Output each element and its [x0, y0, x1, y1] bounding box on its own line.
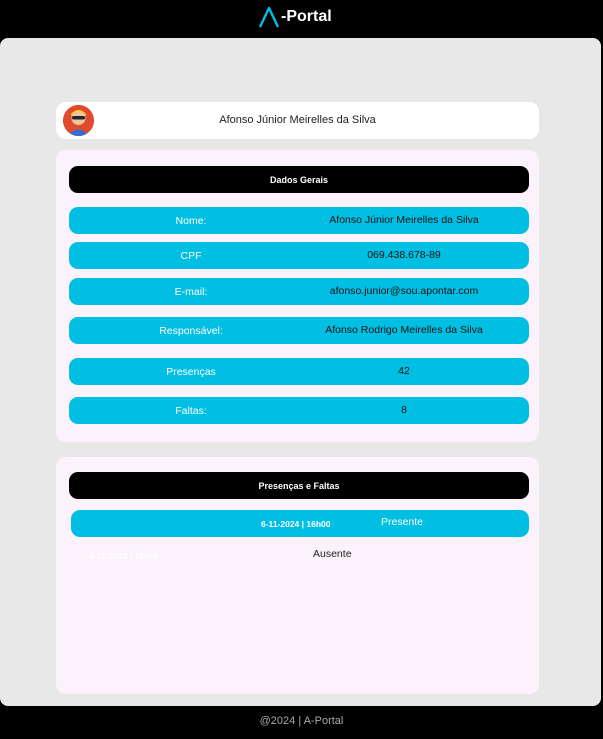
info-value: 8: [401, 404, 407, 416]
logo-text: -Portal: [281, 8, 332, 25]
attendance-status: Ausente: [313, 548, 352, 560]
footer: @2024 | A-Portal: [259, 715, 344, 727]
info-value: 42: [398, 365, 410, 377]
user-name: Afonso Júnior Meirelles da Silva: [219, 114, 376, 126]
info-label: CPF: [180, 250, 202, 262]
general-data-title: Dados Gerais: [69, 166, 529, 193]
info-row-email: E-mail: afonso.junior@sou.apontar.com: [69, 278, 529, 305]
attendance-row[interactable]: 4-11-2024 | 16h00 Ausente: [71, 542, 529, 569]
attendance-status: Presente: [381, 516, 424, 528]
attendance-title: Presenças e Faltas: [69, 472, 529, 499]
info-value: 069.438.678-89: [367, 249, 441, 261]
attendance-date: 6-11-2024 | 16h00: [261, 519, 331, 529]
info-value: Afonso Rodrigo Meirelles da Silva: [325, 324, 483, 336]
info-value: afonso.junior@sou.apontar.com: [329, 285, 479, 297]
info-row-cpf: CPF 069.438.678-89: [69, 242, 529, 269]
info-row-name: Nome: Afonso Júnior Meirelles da Silva: [69, 207, 529, 234]
info-row-presences: Presenças 42: [69, 358, 529, 385]
info-row-absences: Faltas: 8: [69, 397, 529, 424]
attendance-date: 4-11-2024 | 16h00: [89, 551, 159, 561]
attendance-row[interactable]: 6-11-2024 | 16h00 Presente: [71, 510, 529, 537]
info-label: Faltas:: [175, 405, 207, 417]
app-logo[interactable]: -Portal: [258, 4, 332, 30]
info-label: Responsável:: [159, 325, 223, 337]
attendance-card: Presenças e Faltas 6-11-2024 | 16h00 Pre…: [56, 457, 539, 694]
info-row-guardian: Responsável: Afonso Rodrigo Meirelles da…: [69, 317, 529, 344]
user-card: Afonso Júnior Meirelles da Silva: [56, 102, 539, 139]
general-data-card: Dados Gerais Nome: Afonso Júnior Meirell…: [56, 150, 539, 442]
info-label: E-mail:: [174, 286, 208, 298]
info-label: Nome:: [175, 215, 207, 227]
info-value: Afonso Júnior Meirelles da Silva: [329, 214, 479, 226]
info-label: Presenças: [166, 366, 216, 378]
chevron-up-icon: [258, 5, 280, 29]
top-bar: -Portal: [0, 0, 603, 36]
